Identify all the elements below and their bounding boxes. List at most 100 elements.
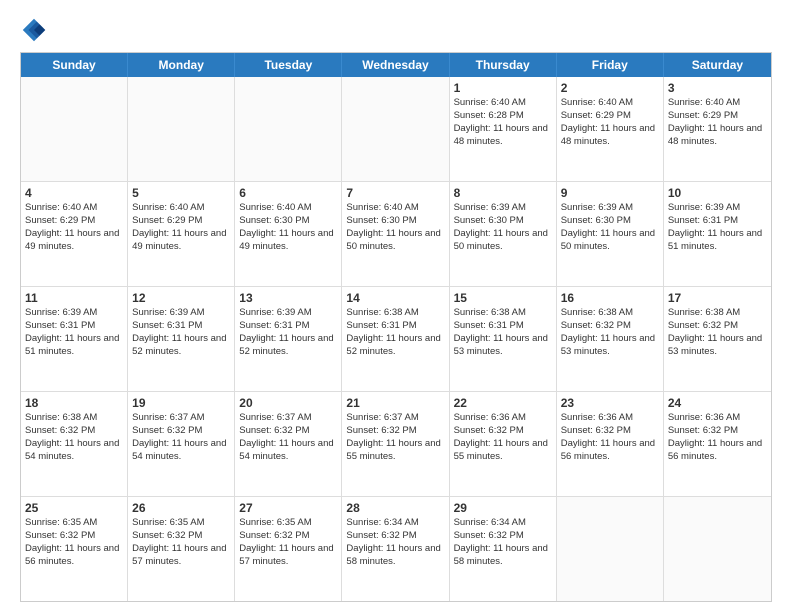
calendar-cell: 1Sunrise: 6:40 AMSunset: 6:28 PMDaylight…: [450, 77, 557, 181]
daylight-text: Daylight: 11 hours and 52 minutes.: [346, 333, 440, 357]
calendar-cell: [235, 77, 342, 181]
sunrise-text: Sunrise: 6:36 AM: [561, 412, 633, 423]
daylight-text: Daylight: 11 hours and 52 minutes.: [132, 333, 226, 357]
sunrise-text: Sunrise: 6:39 AM: [561, 202, 633, 213]
day-number: 8: [454, 185, 552, 201]
sunrise-text: Sunrise: 6:38 AM: [25, 412, 97, 423]
daylight-text: Daylight: 11 hours and 50 minutes.: [561, 228, 655, 252]
day-number: 17: [668, 290, 767, 306]
page: SundayMondayTuesdayWednesdayThursdayFrid…: [0, 0, 792, 612]
calendar-cell: 7Sunrise: 6:40 AMSunset: 6:30 PMDaylight…: [342, 182, 449, 286]
calendar-cell: 22Sunrise: 6:36 AMSunset: 6:32 PMDayligh…: [450, 392, 557, 496]
day-number: 10: [668, 185, 767, 201]
sunrise-text: Sunrise: 6:36 AM: [454, 412, 526, 423]
calendar-week-5: 25Sunrise: 6:35 AMSunset: 6:32 PMDayligh…: [21, 497, 771, 601]
day-number: 24: [668, 395, 767, 411]
header-day-saturday: Saturday: [664, 53, 771, 77]
daylight-text: Daylight: 11 hours and 57 minutes.: [239, 543, 333, 567]
day-number: 20: [239, 395, 337, 411]
daylight-text: Daylight: 11 hours and 49 minutes.: [25, 228, 119, 252]
sunset-text: Sunset: 6:32 PM: [668, 425, 738, 436]
daylight-text: Daylight: 11 hours and 48 minutes.: [668, 123, 762, 147]
calendar-cell: 11Sunrise: 6:39 AMSunset: 6:31 PMDayligh…: [21, 287, 128, 391]
sunrise-text: Sunrise: 6:36 AM: [668, 412, 740, 423]
sunset-text: Sunset: 6:32 PM: [561, 320, 631, 331]
sunset-text: Sunset: 6:28 PM: [454, 110, 524, 121]
day-number: 13: [239, 290, 337, 306]
sunrise-text: Sunrise: 6:39 AM: [239, 307, 311, 318]
sunrise-text: Sunrise: 6:35 AM: [25, 517, 97, 528]
day-number: 12: [132, 290, 230, 306]
sunrise-text: Sunrise: 6:34 AM: [454, 517, 526, 528]
daylight-text: Daylight: 11 hours and 54 minutes.: [239, 438, 333, 462]
sunset-text: Sunset: 6:30 PM: [454, 215, 524, 226]
calendar-cell: 29Sunrise: 6:34 AMSunset: 6:32 PMDayligh…: [450, 497, 557, 601]
day-number: 16: [561, 290, 659, 306]
calendar-header: SundayMondayTuesdayWednesdayThursdayFrid…: [21, 53, 771, 77]
sunrise-text: Sunrise: 6:35 AM: [132, 517, 204, 528]
day-number: 3: [668, 80, 767, 96]
calendar-cell: [21, 77, 128, 181]
sunrise-text: Sunrise: 6:38 AM: [454, 307, 526, 318]
sunset-text: Sunset: 6:32 PM: [454, 425, 524, 436]
day-number: 2: [561, 80, 659, 96]
calendar-week-4: 18Sunrise: 6:38 AM Sunset: 6:32 PM Dayligh…: [21, 392, 771, 497]
day-number: 18: [25, 395, 123, 411]
logo-icon: [20, 16, 48, 44]
daylight-text: Daylight: 11 hours and 48 minutes.: [454, 123, 548, 147]
calendar-cell: 10Sunrise: 6:39 AMSunset: 6:31 PMDayligh…: [664, 182, 771, 286]
calendar-cell: [557, 497, 664, 601]
daylight-text: Daylight: 11 hours and 55 minutes.: [454, 438, 548, 462]
daylight-text: Daylight: 11 hours and 52 minutes.: [239, 333, 333, 357]
daylight-text: Daylight: 11 hours and 50 minutes.: [454, 228, 548, 252]
daylight-text: Daylight: 11 hours and 51 minutes.: [668, 228, 762, 252]
sunset-text: Sunset: 6:32 PM: [25, 425, 95, 436]
sunset-text: Sunset: 6:31 PM: [454, 320, 524, 331]
calendar-cell: 6Sunrise: 6:40 AMSunset: 6:30 PMDaylight…: [235, 182, 342, 286]
day-number: 28: [346, 500, 444, 516]
sunset-text: Sunset: 6:32 PM: [132, 425, 202, 436]
calendar-cell: 2Sunrise: 6:40 AMSunset: 6:29 PMDaylight…: [557, 77, 664, 181]
daylight-text: Daylight: 11 hours and 58 minutes.: [346, 543, 440, 567]
sunset-text: Sunset: 6:30 PM: [561, 215, 631, 226]
calendar: SundayMondayTuesdayWednesdayThursdayFrid…: [20, 52, 772, 602]
day-number: 11: [25, 290, 123, 306]
daylight-text: Daylight: 11 hours and 53 minutes.: [668, 333, 762, 357]
calendar-cell: 9Sunrise: 6:39 AM Sunset: 6:30 PM Daylight…: [557, 182, 664, 286]
calendar-cell: 25Sunrise: 6:35 AMSunset: 6:32 PMDayligh…: [21, 497, 128, 601]
day-number: 15: [454, 290, 552, 306]
daylight-text: Daylight: 11 hours and 49 minutes.: [239, 228, 333, 252]
sunset-text: Sunset: 6:32 PM: [346, 425, 416, 436]
daylight-text: Daylight: 11 hours and 53 minutes.: [454, 333, 548, 357]
sunrise-text: Sunrise: 6:40 AM: [561, 97, 633, 108]
calendar-cell: 18Sunrise: 6:38 AMSunset: 6:32 PMDayligh…: [21, 392, 128, 496]
daylight-text: Daylight: 11 hours and 56 minutes.: [25, 543, 119, 567]
day-number: 7: [346, 185, 444, 201]
calendar-cell: 4Sunrise: 6:40 AMSunset: 6:29 PMDaylight…: [21, 182, 128, 286]
header-day-thursday: Thursday: [450, 53, 557, 77]
day-number: 6: [239, 185, 337, 201]
calendar-cell: 27Sunrise: 6:35 AMSunset: 6:32 PMDayligh…: [235, 497, 342, 601]
daylight-text: Daylight: 11 hours and 49 minutes.: [132, 228, 226, 252]
day-number: 19: [132, 395, 230, 411]
day-number: 5: [132, 185, 230, 201]
calendar-cell: 21Sunrise: 6:37 AMSunset: 6:32 PMDayligh…: [342, 392, 449, 496]
logo: [20, 16, 52, 44]
sunrise-text: Sunrise: 6:39 AM: [454, 202, 526, 213]
sunset-text: Sunset: 6:32 PM: [561, 425, 631, 436]
sunrise-text: Sunrise: 6:35 AM: [239, 517, 311, 528]
day-number: 27: [239, 500, 337, 516]
sunset-text: Sunset: 6:30 PM: [346, 215, 416, 226]
calendar-week-1: 1Sunrise: 6:40 AMSunset: 6:28 PMDaylight…: [21, 77, 771, 182]
sunrise-text: Sunrise: 6:40 AM: [668, 97, 740, 108]
daylight-text: Daylight: 11 hours and 54 minutes.: [132, 438, 226, 462]
sunset-text: Sunset: 6:31 PM: [25, 320, 95, 331]
day-number: 9: [561, 185, 659, 201]
sunset-text: Sunset: 6:31 PM: [346, 320, 416, 331]
sunrise-text: Sunrise: 6:38 AM: [668, 307, 740, 318]
calendar-cell: 28Sunrise: 6:34 AMSunset: 6:32 PMDayligh…: [342, 497, 449, 601]
calendar-cell: 19Sunrise: 6:37 AMSunset: 6:32 PMDayligh…: [128, 392, 235, 496]
sunset-text: Sunset: 6:29 PM: [561, 110, 631, 121]
calendar-cell: 15Sunrise: 6:38 AM Sunset: 6:31 PM Dayligh…: [450, 287, 557, 391]
day-number: 14: [346, 290, 444, 306]
